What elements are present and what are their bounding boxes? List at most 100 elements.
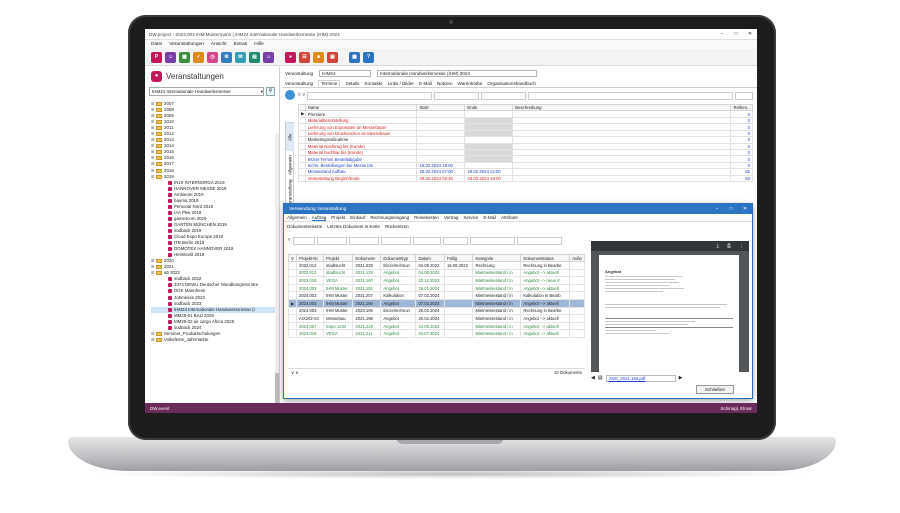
dialog-tab-auftrag[interactable]: Auftrag [311, 215, 327, 221]
grid-icon[interactable]: ▦ [349, 51, 360, 63]
dialog-tab-reisekosten[interactable]: Reisekosten [414, 215, 439, 220]
project-icon[interactable]: P [151, 51, 162, 63]
dialog-tab-service[interactable]: Service [463, 215, 478, 220]
menu-item[interactable]: Extras [234, 42, 248, 47]
filter-input[interactable] [292, 237, 315, 245]
event-name-field[interactable]: Internationale Handwerksmesse (IHM) 2024 [377, 69, 538, 77]
tree-scrollbar[interactable] [275, 133, 279, 413]
minimize-icon[interactable]: – [715, 31, 729, 37]
maximize-icon[interactable]: □ [729, 31, 743, 37]
document-row[interactable]: 2024.007 Expo 1234 2021.228 Angebot 24.05.20… [288, 321, 585, 331]
calendar-icon[interactable]: ▦ [179, 51, 190, 63]
help-icon[interactable]: ? [363, 51, 374, 63]
column-header[interactable]: Reihen... [730, 104, 753, 111]
task-icon[interactable]: ✓ [193, 51, 204, 63]
filter-end-input[interactable] [481, 92, 526, 100]
document-row[interactable]: 2022.012 stadtsucht 2021.028 Einzelrechnun 0… [288, 261, 585, 270]
search-icon[interactable]: ⚲ [288, 254, 297, 262]
document-row[interactable]: 2024.003 IHM Muster 2021.192 Angebot 26.01.2… [288, 283, 585, 293]
document-icon[interactable]: ▤ [249, 51, 260, 63]
tree-folder[interactable]: ⊞ Volksfeste_Jahrmärkte [151, 337, 279, 343]
minimize-icon[interactable]: – [710, 206, 724, 212]
close-button[interactable]: Schließen [696, 385, 734, 394]
menu-item[interactable]: Ansicht [211, 42, 227, 47]
tab-notizen[interactable]: Notizen [437, 81, 453, 86]
menu-item[interactable]: Datei [151, 42, 162, 47]
filter-input[interactable] [469, 237, 515, 245]
more-icon[interactable]: ⋮ [739, 243, 744, 249]
document-row[interactable]: 2024.003 IHM Muster 2023.106 Einzelrechnun 2… [288, 306, 585, 316]
column-header[interactable]: Kategorie [472, 254, 522, 262]
column-header[interactable]: Projekt [323, 254, 354, 262]
filter-input[interactable] [380, 237, 411, 245]
prev-icon[interactable]: ◀ [591, 375, 595, 381]
gear-icon[interactable]: ⚙ [221, 51, 232, 63]
clock-icon[interactable]: ◷ [207, 51, 218, 63]
column-header[interactable]: Dokument- [352, 254, 382, 262]
pdf-file-link[interactable]: ANG_2021.194.pdf [605, 374, 676, 382]
close-icon[interactable]: ✕ [743, 31, 757, 37]
collapse-icon[interactable]: ∨ ∧ [291, 370, 298, 376]
dialog-tab-attribute[interactable]: Attribute [501, 215, 518, 220]
dialog-tab-einkauf[interactable]: Einkauf [350, 215, 365, 220]
event-select[interactable]: IHM24 Internationale Handwerksmesse ▾ [149, 87, 264, 96]
event-code-field[interactable]: IHM24 [319, 69, 372, 77]
maximize-icon[interactable]: □ [724, 206, 738, 212]
globe-icon[interactable] [285, 90, 295, 100]
download-icon[interactable]: ⤓ [717, 243, 719, 249]
column-header[interactable]: Dokumenttyp [380, 254, 417, 262]
column-header[interactable]: Projekt-Nr. [295, 254, 325, 262]
filter-icon[interactable]: ▿ [288, 237, 291, 245]
print-icon[interactable]: ⎙ [727, 243, 731, 249]
filter-input[interactable] [348, 237, 379, 245]
chart-icon[interactable]: ☰ [299, 51, 310, 63]
filter-input[interactable] [412, 237, 441, 245]
tab-details[interactable]: Details [345, 81, 359, 86]
document-row[interactable]: 2023.018 VEGA 2021.211 Angebot 04.07.2024 Mie… [288, 329, 585, 338]
dialog-action[interactable]: Rücksetzen [385, 224, 409, 229]
filter-num-input[interactable] [735, 92, 753, 100]
dialog-action[interactable]: Letztes Dokument in Kette [327, 224, 380, 229]
people-icon[interactable]: ☺ [165, 51, 176, 63]
tab-e-mail[interactable]: E-Mail [419, 81, 432, 86]
column-header[interactable]: Datum [415, 254, 445, 262]
folder-icon[interactable]: ■ [313, 51, 324, 63]
column-header[interactable]: Dokumentstatus [520, 254, 571, 262]
table-row[interactable]: Veranstaltung Beginn/Ende 28.02.2024 09:3… [298, 174, 753, 182]
menu-item[interactable]: Veranstaltungen [169, 42, 204, 47]
dialog-action[interactable]: Dokumentenkette [287, 224, 322, 229]
document-row[interactable]: 2022.012 stadtsucht 2021.125 Angebot 04.08.2… [288, 268, 585, 278]
close-icon[interactable]: ✕ [738, 206, 752, 212]
tab-veranstaltung[interactable]: Veranstaltung [285, 81, 313, 86]
next-icon[interactable]: ▶ [679, 375, 683, 381]
tab-termine[interactable]: Termine [318, 79, 341, 87]
mail-icon[interactable]: ✉ [235, 51, 246, 63]
column-header[interactable]: Fällig [443, 254, 474, 262]
tab-warenk-rbe[interactable]: Warenkörbe [458, 81, 483, 86]
dialog-tab-e-mail[interactable]: E-Mail [483, 215, 496, 220]
filter-desc-input[interactable] [528, 92, 733, 100]
document-row[interactable]: 2023.018 VEGA 2021.160 Angebot 20.12.2023 Mie… [288, 276, 585, 285]
filter-start-input[interactable] [434, 92, 479, 100]
document-row[interactable]: AIX202-03 Messebau 2021.198 Angebot 20.02.20… [288, 314, 585, 323]
dialog-tab-projekt[interactable]: Projekt [331, 215, 345, 220]
vtab-allgemein[interactable]: Allgemein [286, 151, 294, 179]
tab-organisationshandbuch[interactable]: Organisationshandbuch [487, 81, 536, 86]
document-row[interactable]: 2024.003 IHM Muster 2021.207 Kalkulation 07.… [288, 291, 585, 300]
filter-input[interactable] [442, 237, 468, 245]
filter-name-input[interactable] [307, 92, 432, 100]
filter-input[interactable] [516, 237, 562, 245]
table-row[interactable]: ▶ Premiere 0 [298, 110, 753, 118]
user-icon[interactable]: ☺ [263, 51, 274, 63]
dialog-tab-vertrag[interactable]: Vertrag [444, 215, 459, 220]
document-row[interactable]: ▶ 2024.003 IHM Muster 2021.194 Angebot 07.02.… [288, 298, 585, 308]
search-button[interactable]: ⚲ [266, 87, 275, 96]
column-header[interactable]: Aufw [569, 254, 585, 262]
tab-links-bilder[interactable]: Links / Bilder [388, 81, 414, 86]
filter-clear-icon[interactable]: ▿ [303, 92, 306, 100]
dialog-tab-allgemein[interactable]: Allgemein [287, 215, 307, 220]
menu-item[interactable]: Hilfe [254, 42, 264, 47]
filter-input[interactable] [316, 237, 347, 245]
dialog-tab-rechnungseingang[interactable]: Rechnungseingang [370, 215, 409, 220]
tab-kontakte[interactable]: Kontakte [364, 81, 382, 86]
